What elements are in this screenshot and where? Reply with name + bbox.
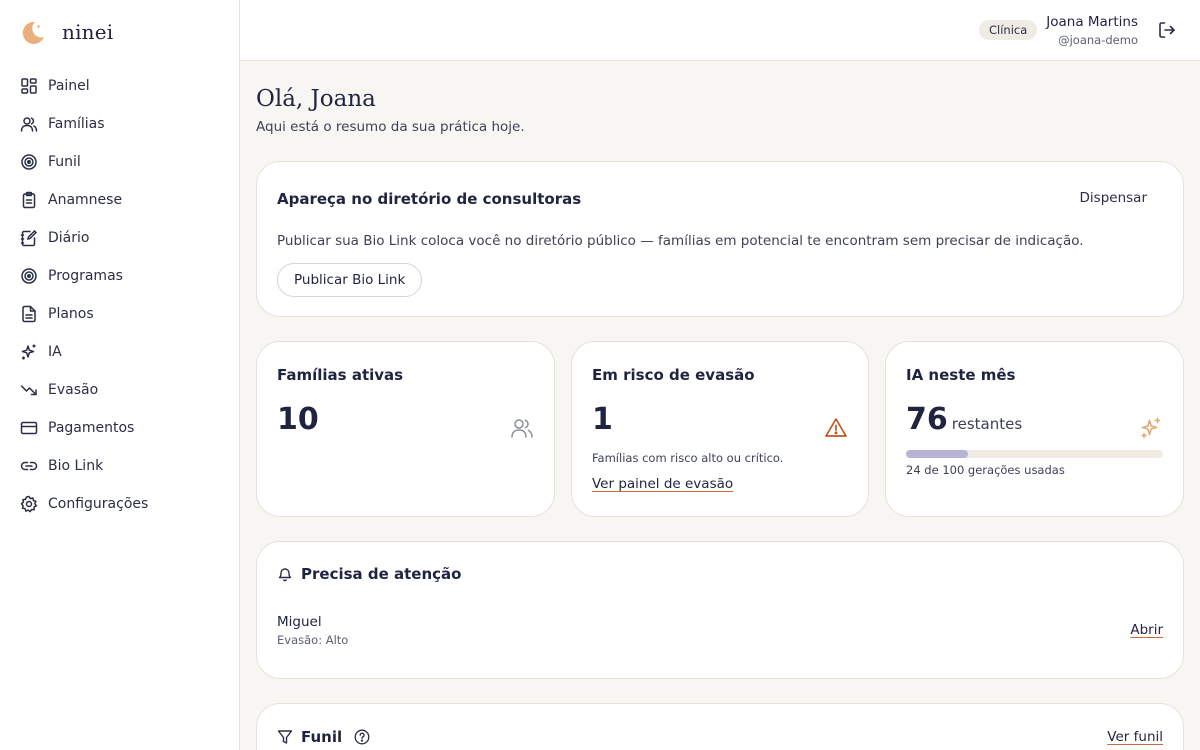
sidebar-item-label: Planos [48,306,94,322]
sparkles-icon [20,343,38,361]
active-families-value: 10 [277,402,319,437]
gear-icon [20,495,38,513]
sidebar-item-programas[interactable]: Programas [0,257,239,295]
publish-bio-link-button[interactable]: Publicar Bio Link [277,263,423,297]
open-link[interactable]: Abrir [1130,622,1163,638]
funnel-title: Funil [301,728,343,746]
user-handle: @joana-demo [1058,33,1138,47]
sidebar-item-label: Diário [48,230,90,246]
file-text-icon [20,305,38,323]
sidebar-item-label: Evasão [48,382,99,398]
sidebar-item-familias[interactable]: Famílias [0,105,239,143]
warning-triangle-icon [824,416,848,440]
brand[interactable]: ninei [18,16,113,48]
sparkles-icon [1139,416,1163,440]
help-circle-icon[interactable] [354,729,370,745]
attention-header: Precisa de atenção [277,565,461,583]
churn-risk-card: Em risco de evasão 1 Famílias com risco … [571,341,869,517]
ai-remaining-suffix: restantes [951,415,1023,433]
ai-usage-progress-fill [906,450,968,458]
active-families-title: Famílias ativas [277,366,404,384]
sidebar: ninei Painel Famílias Funil Anamnese Diá… [0,0,240,750]
dashboard-grid-icon [20,77,38,95]
sidebar-item-ia[interactable]: IA [0,333,239,371]
sidebar-item-label: Painel [48,78,90,94]
ai-usage-progress-note: 24 de 100 gerações usadas [906,463,1065,477]
sidebar-item-label: Bio Link [48,458,104,474]
ai-remaining-count: 76 [906,402,948,437]
target-icon [20,267,38,285]
sidebar-item-configuracoes[interactable]: Configurações [0,485,239,523]
ai-usage-title: IA neste mês [906,366,1016,384]
target-icon [20,153,38,171]
ai-usage-value: 76 restantes [906,402,1022,437]
sidebar-item-evasao[interactable]: Evasão [0,371,239,409]
top-bar: Clínica Joana Martins @joana-demo [240,0,1200,61]
user-info[interactable]: Joana Martins @joana-demo [1046,14,1138,47]
trending-down-icon [20,381,38,399]
churn-risk-note: Famílias com risco alto ou crítico. [592,451,784,465]
funnel-header: Funil [277,728,370,746]
link-icon [20,457,38,475]
credit-card-icon [20,419,38,437]
churn-risk-title: Em risco de evasão [592,366,755,384]
sidebar-item-diario[interactable]: Diário [0,219,239,257]
logout-icon[interactable] [1157,20,1177,40]
funnel-card: Funil Ver funil [256,703,1184,750]
directory-card-text: Publicar sua Bio Link coloca você no dir… [277,233,1084,249]
sidebar-item-funil[interactable]: Funil [0,143,239,181]
sidebar-item-painel[interactable]: Painel [0,67,239,105]
attention-item-detail: Evasão: Alto [277,633,349,647]
view-funnel-link[interactable]: Ver funil [1107,729,1163,745]
churn-dashboard-link[interactable]: Ver painel de evasão [592,476,733,492]
sidebar-item-label: Configurações [48,496,149,512]
sidebar-item-bio-link[interactable]: Bio Link [0,447,239,485]
sidebar-item-label: Anamnese [48,192,123,208]
sidebar-item-label: Pagamentos [48,420,135,436]
plan-badge: Clínica [979,20,1038,40]
dismiss-button[interactable]: Dispensar [1080,190,1147,206]
attention-title: Precisa de atenção [301,565,462,583]
users-icon [20,115,38,133]
clipboard-icon [20,191,38,209]
directory-card-title: Apareça no diretório de consultoras [277,190,582,208]
user-name: Joana Martins [1046,14,1138,30]
notebook-pen-icon [20,229,38,247]
sidebar-item-label: Funil [48,154,81,170]
sidebar-item-label: Famílias [48,116,105,132]
active-families-card: Famílias ativas 10 [256,341,555,517]
attention-card: Precisa de atenção Miguel Evasão: Alto A… [256,541,1184,679]
page-subtitle: Aqui está o resumo da sua prática hoje. [256,119,525,135]
sidebar-item-label: Programas [48,268,123,284]
sidebar-item-planos[interactable]: Planos [0,295,239,333]
ai-usage-progress-bar [906,450,1163,458]
attention-item-name: Miguel [277,614,322,630]
brand-name: ninei [62,20,114,44]
sidebar-nav: Painel Famílias Funil Anamnese Diário Pr… [0,67,239,523]
filter-icon [277,729,293,745]
ai-usage-card: IA neste mês 76 restantes 24 de 100 geraç… [885,341,1184,517]
users-icon [510,416,534,440]
page-title: Olá, Joana [256,86,376,112]
directory-card: Apareça no diretório de consultoras Disp… [256,161,1184,317]
sidebar-item-anamnese[interactable]: Anamnese [0,181,239,219]
churn-risk-value: 1 [592,402,613,437]
crescent-moon-icon [18,18,46,46]
bell-icon [277,566,293,582]
list-item: Miguel Evasão: Alto [277,614,348,647]
sidebar-item-label: IA [48,344,62,360]
sidebar-item-pagamentos[interactable]: Pagamentos [0,409,239,447]
